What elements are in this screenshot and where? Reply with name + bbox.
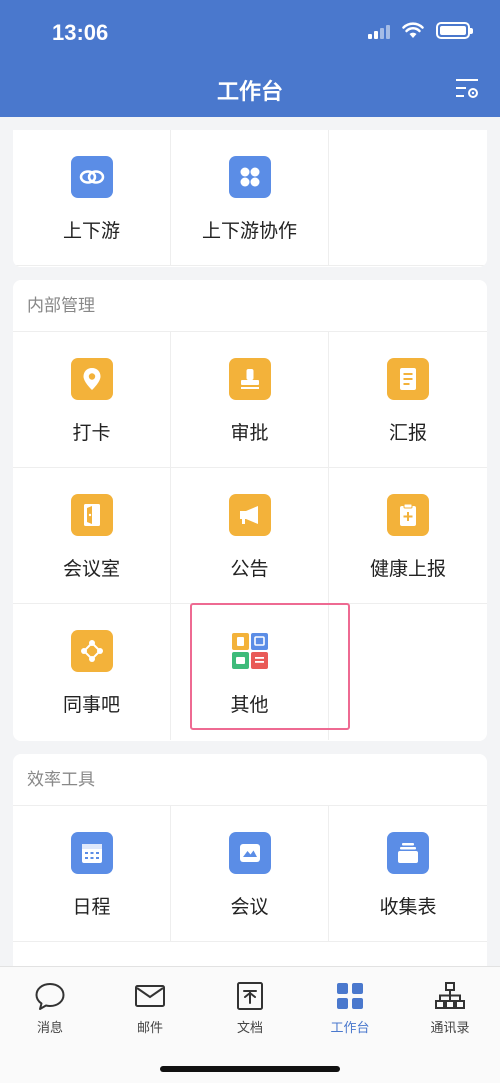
app-label: 会议室 xyxy=(62,559,120,580)
settings-list-icon[interactable] xyxy=(454,75,480,101)
app-label: 上下游协作 xyxy=(201,221,297,242)
tab-label: 消息 xyxy=(36,1020,63,1035)
app-clock-in[interactable]: 打卡 xyxy=(13,332,171,468)
app-upstream-collab[interactable]: 上下游协作 xyxy=(171,130,329,266)
home-indicator xyxy=(160,1066,340,1072)
tab-label: 邮件 xyxy=(136,1020,163,1035)
app-schedule[interactable]: 日程 xyxy=(13,806,171,942)
workbench-icon xyxy=(337,983,363,1009)
app-label: 审批 xyxy=(230,423,269,444)
megaphone-icon xyxy=(228,494,271,536)
battery-icon xyxy=(436,22,473,39)
app-others[interactable]: 其他 xyxy=(171,604,329,740)
app-label: 会议 xyxy=(230,897,269,918)
empty-cell xyxy=(329,604,487,740)
app-label: 同事吧 xyxy=(62,695,120,716)
tab-messages[interactable]: 消息 xyxy=(0,967,100,1083)
app-label: 汇报 xyxy=(388,423,427,444)
tab-contacts[interactable]: 通讯录 xyxy=(400,967,500,1083)
efficiency-tools-card: 效率工具 日程 会议 收集表 xyxy=(13,754,487,984)
page-title: 工作台 xyxy=(216,79,283,104)
calendar-icon xyxy=(70,832,113,874)
mail-icon xyxy=(135,985,165,1007)
app-label: 其他 xyxy=(230,695,269,716)
app-colleague-circle[interactable]: 同事吧 xyxy=(13,604,171,740)
org-chart-icon xyxy=(435,982,465,1009)
signal-icon xyxy=(368,23,390,39)
app-meeting[interactable]: 会议 xyxy=(171,806,329,942)
health-clipboard-icon xyxy=(387,494,429,536)
empty-cell xyxy=(329,130,487,266)
app-upstream[interactable]: 上下游 xyxy=(13,130,171,266)
chat-bubble-icon xyxy=(35,983,65,1010)
door-icon xyxy=(70,494,113,536)
status-icons xyxy=(368,22,473,39)
section-title: 效率工具 xyxy=(13,754,487,806)
share-nodes-icon xyxy=(70,630,113,672)
app-meeting-room[interactable]: 会议室 xyxy=(13,468,171,604)
app-label: 健康上报 xyxy=(369,559,446,580)
link-icon xyxy=(70,156,113,198)
app-health-report[interactable]: 健康上报 xyxy=(329,468,487,604)
app-label: 打卡 xyxy=(72,423,111,444)
app-announcement[interactable]: 公告 xyxy=(171,468,329,604)
location-pin-icon xyxy=(70,358,113,400)
app-label: 公告 xyxy=(230,559,269,580)
wifi-icon xyxy=(402,22,424,38)
internal-management-card: 内部管理 打卡 审批 汇报 会议室 公告 健康上报 同事吧 其他 xyxy=(13,280,487,741)
collection-form-icon xyxy=(387,832,429,874)
app-label: 收集表 xyxy=(379,897,437,918)
upstream-card: 上下游 上下游协作 xyxy=(13,130,487,267)
tab-label: 通讯录 xyxy=(430,1020,470,1035)
status-time: 13:06 xyxy=(52,20,109,45)
app-approval[interactable]: 审批 xyxy=(171,332,329,468)
apps-icon xyxy=(228,630,271,672)
tab-label: 工作台 xyxy=(330,1020,370,1035)
top-header: 13:06 工作台 xyxy=(0,0,500,117)
grid-icon xyxy=(228,156,271,198)
document-icon xyxy=(237,982,263,1010)
app-collection-form[interactable]: 收集表 xyxy=(329,806,487,942)
app-label: 上下游 xyxy=(62,221,120,242)
section-title: 内部管理 xyxy=(13,280,487,332)
stamp-icon xyxy=(228,358,271,400)
app-label: 日程 xyxy=(72,897,111,918)
meeting-icon xyxy=(228,832,271,874)
report-icon xyxy=(387,358,429,400)
app-report[interactable]: 汇报 xyxy=(329,332,487,468)
tab-label: 文档 xyxy=(236,1020,263,1035)
